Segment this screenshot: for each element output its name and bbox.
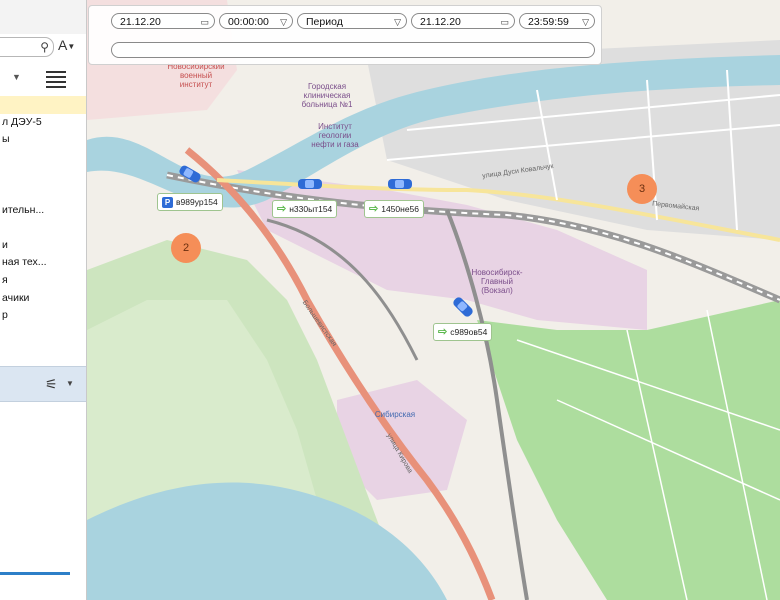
parking-icon: P [162,197,173,209]
tree-item[interactable]: ная тех... [0,254,86,272]
tree-item[interactable]: ительн... [0,202,86,220]
vehicle-label[interactable]: ⇨ 1450не56 [364,200,425,218]
map-label-district: Сибирская [374,410,416,419]
search-input[interactable]: ⚲ [0,37,54,57]
sidebar-header [0,0,86,34]
calendar-icon[interactable]: ▭ [200,14,209,30]
filter-panel: 21.12.20 ▭ 00:00:00 ▽ Период ▽ 21.12.20 ▭ 23… [88,5,602,65]
tree-item[interactable]: я [0,272,86,290]
vehicle-tree: л ДЭУ-5 ы ительн... и ная тех... я ачики… [0,96,86,325]
period-value: Период [306,16,343,28]
map-label-arsenal: Новосибирский военный институт [167,62,225,89]
tree-item[interactable]: ачики [0,290,86,308]
horizontal-scrollbar[interactable] [0,572,70,575]
filter-settings-icon[interactable]: ⚟ [45,376,58,393]
vehicle-plate: в989ур154 [176,197,218,207]
period-select[interactable]: Период ▽ [297,13,407,29]
tree-item[interactable] [0,96,86,114]
map-label-hospital: Городская клиническая больница №1 [301,82,353,109]
arrow-right-icon: ⇨ [277,203,287,215]
cluster-marker-3[interactable]: 3 [627,174,657,204]
vehicle-label[interactable]: ⇨ с989ов54 [433,323,493,341]
tree-item[interactable] [0,219,86,237]
font-size-button[interactable]: A▼ [58,37,75,53]
map-label-station: Новосибирск- Главный (Вокзал) [471,268,523,295]
tree-item[interactable]: р [0,307,86,325]
date-to-field[interactable]: 21.12.20 ▭ [411,13,515,29]
chevron-down-icon[interactable]: ▽ [394,14,401,30]
chevron-down-icon[interactable]: ▼ [66,379,74,388]
map-label-institute: Институт геологии нефти и газа [311,122,359,149]
vehicle-car-icon[interactable] [177,165,203,183]
tree-item[interactable] [0,166,86,184]
cluster-marker-2[interactable]: 2 [171,233,201,263]
vehicle-plate: 1450не56 [381,204,420,214]
time-from-value: 00:00:00 [228,16,269,28]
calendar-icon[interactable]: ▭ [500,14,509,30]
list-view-icon[interactable] [46,68,66,88]
date-from-field[interactable]: 21.12.20 ▭ [111,13,215,29]
search-icon[interactable]: ⚲ [40,40,49,54]
tree-item[interactable]: и [0,237,86,255]
map-canvas[interactable] [87,0,780,600]
time-to-field[interactable]: 23:59:59 ▽ [519,13,595,29]
tree-item[interactable] [0,184,86,202]
vehicle-plate: н330ыт154 [289,204,333,214]
font-button-label: A [58,37,68,53]
sidebar-panel: ⚲ A▼ ▼ л ДЭУ-5 ы ительн... и ная тех... … [0,0,87,600]
vehicle-car-icon[interactable] [297,176,323,192]
arrow-right-icon: ⇨ [438,326,448,338]
time-to-value: 23:59:59 [528,16,569,28]
tree-expand-dropdown[interactable]: ▼ [12,72,21,82]
vehicle-car-icon[interactable] [452,296,474,318]
vehicle-label[interactable]: Pв989ур154 [157,193,223,211]
tree-item[interactable]: л ДЭУ-5 [0,114,86,132]
vehicle-car-icon[interactable] [387,176,413,192]
vehicle-label[interactable]: ⇨ н330ыт154 [272,200,338,218]
date-from-value: 21.12.20 [120,16,161,28]
chevron-down-icon: ▼ [67,41,76,51]
arrow-right-icon: ⇨ [369,203,379,215]
vehicle-search-input[interactable] [111,42,595,58]
chevron-down-icon[interactable]: ▽ [280,14,287,30]
vehicle-plate: с989ов54 [450,327,488,337]
tree-item[interactable] [0,149,86,167]
chevron-down-icon[interactable]: ▽ [582,14,589,30]
date-to-value: 21.12.20 [420,16,461,28]
map-view[interactable]: Новосибирский военный институт Городская кл… [87,0,780,600]
tree-item[interactable]: ы [0,131,86,149]
time-from-field[interactable]: 00:00:00 ▽ [219,13,293,29]
group-toolbar: ⚟ ▼ [0,366,86,402]
